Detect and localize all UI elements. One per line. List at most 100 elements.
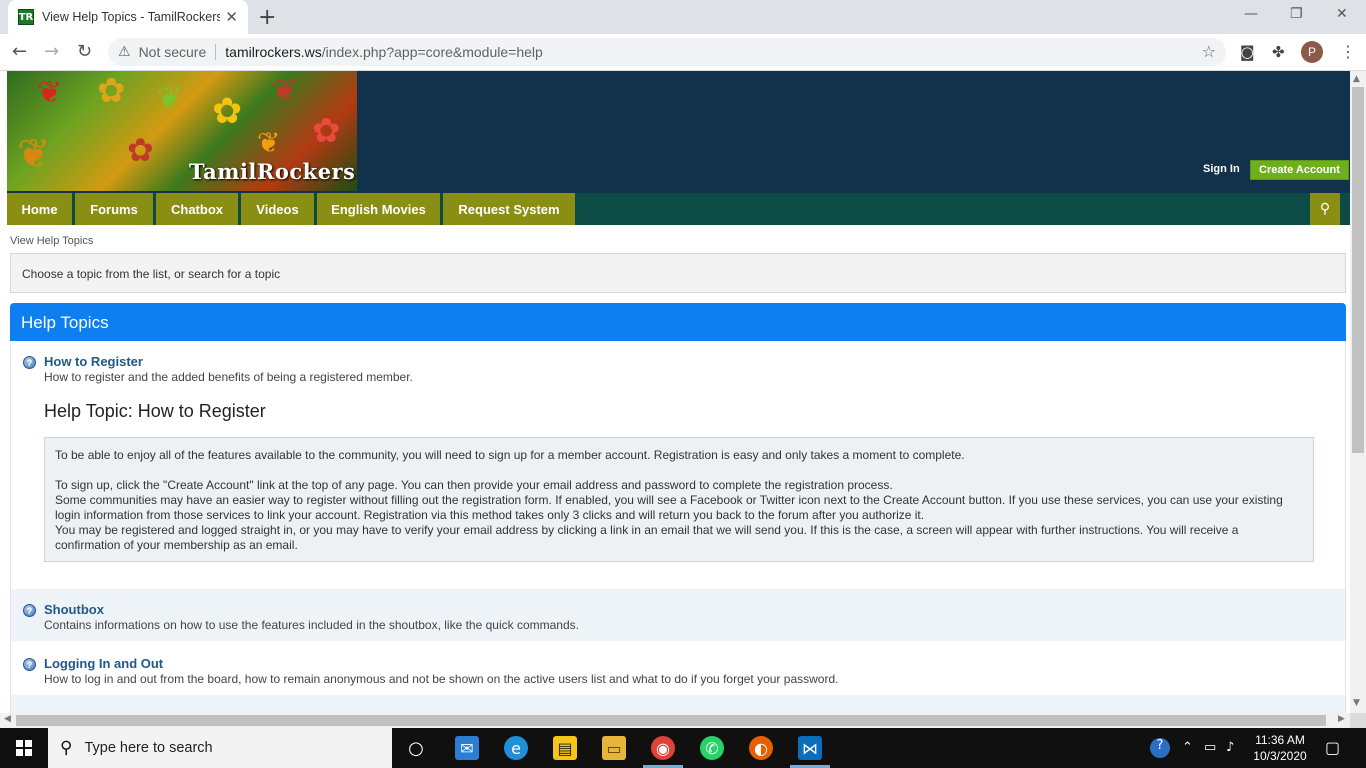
- nav-request-system[interactable]: Request System: [443, 193, 575, 225]
- site-logo-text: TamilRockers.com: [189, 159, 357, 184]
- scrollbar-corner: [1350, 713, 1366, 728]
- vertical-scrollbar[interactable]: ▲ ▼: [1350, 71, 1366, 713]
- nav-english-movies[interactable]: English Movies: [317, 193, 440, 225]
- breadcrumb[interactable]: View Help Topics: [10, 235, 93, 247]
- topic-description: How to register and the added benefits o…: [44, 370, 413, 384]
- edge-icon[interactable]: e: [504, 736, 528, 760]
- site-banner-logo[interactable]: ❦ ✿ ❦ ✿ ❦ ✿ ❦ ✿ ❦ TamilRockers.com: [7, 71, 357, 191]
- help-paragraph: Some communities may have an easier way …: [55, 493, 1283, 522]
- leaf-icon: ✿: [312, 111, 341, 151]
- back-icon[interactable]: ←: [12, 41, 27, 62]
- horizontal-scroll-thumb[interactable]: [16, 715, 1326, 726]
- info-message: Choose a topic from the list, or search …: [10, 253, 1346, 293]
- address-bar[interactable]: ⚠ Not secure tamilrockers.ws/index.php?a…: [108, 38, 1226, 66]
- url-path: /index.php?app=core&module=help: [321, 44, 543, 60]
- browser-tab[interactable]: TR View Help Topics - TamilRockers.ws ✕: [8, 0, 248, 34]
- sticky-notes-icon[interactable]: ▤: [553, 736, 577, 760]
- restore-icon[interactable]: ❐: [1290, 6, 1303, 22]
- main-nav: Home Forums Chatbox Videos English Movie…: [7, 193, 1350, 225]
- search-placeholder: Type here to search: [84, 740, 213, 756]
- scroll-left-icon[interactable]: ◀: [4, 714, 11, 724]
- notifications-icon[interactable]: ▢: [1325, 738, 1340, 757]
- list-item: [11, 695, 1345, 713]
- site-favicon-icon: TR: [18, 9, 34, 25]
- vscode-icon[interactable]: ⋈: [798, 736, 822, 760]
- sign-in-link[interactable]: Sign In: [1203, 163, 1240, 175]
- volume-icon[interactable]: ♪: [1226, 740, 1234, 755]
- help-paragraph: You may be registered and logged straigh…: [55, 523, 1239, 552]
- map-pin-icon[interactable]: ⚲: [1310, 193, 1340, 225]
- nav-forums[interactable]: Forums: [75, 193, 153, 225]
- extensions-puzzle-icon[interactable]: ✤: [1272, 43, 1285, 61]
- leaf-icon: ✿: [127, 131, 154, 169]
- tab-title: View Help Topics - TamilRockers.ws: [42, 10, 220, 24]
- leaf-icon: ❦: [257, 126, 281, 159]
- taskbar-search[interactable]: ⚲ Type here to search: [48, 728, 392, 768]
- not-secure-label[interactable]: Not secure: [139, 44, 207, 60]
- help-question-icon: ?: [23, 356, 36, 369]
- clock-time: 11:36 AM: [1255, 733, 1305, 747]
- list-item: ? Logging In and Out How to log in and o…: [11, 641, 1345, 695]
- topic-title-link[interactable]: How to Register: [44, 354, 143, 369]
- topic-description: Contains informations on how to use the …: [44, 618, 579, 632]
- battery-icon[interactable]: ▭: [1204, 740, 1216, 755]
- leaf-icon: ❦: [272, 73, 298, 108]
- create-account-button[interactable]: Create Account: [1250, 160, 1349, 180]
- panel-title: Help Topics: [10, 303, 1346, 341]
- clock-date: 10/3/2020: [1253, 749, 1307, 763]
- nav-videos[interactable]: Videos: [241, 193, 314, 225]
- help-question-icon: ?: [23, 604, 36, 617]
- scroll-down-icon[interactable]: ▼: [1353, 698, 1360, 708]
- warning-icon[interactable]: ⚠: [118, 44, 131, 60]
- whatsapp-icon[interactable]: ✆: [700, 736, 724, 760]
- nav-chatbox[interactable]: Chatbox: [156, 193, 238, 225]
- url-host: tamilrockers.ws: [225, 44, 322, 60]
- chrome-icon[interactable]: ◉: [651, 736, 675, 760]
- help-tray-icon[interactable]: ?: [1150, 738, 1170, 758]
- url-text[interactable]: tamilrockers.ws/index.php?app=core&modul…: [225, 44, 543, 60]
- new-tab-icon[interactable]: +: [258, 5, 276, 30]
- tray-chevron-icon[interactable]: ⌃: [1182, 740, 1193, 755]
- system-clock[interactable]: 11:36 AM 10/3/2020: [1250, 732, 1310, 764]
- nav-home[interactable]: Home: [7, 193, 72, 225]
- scroll-up-icon[interactable]: ▲: [1353, 74, 1360, 84]
- browser-toolbar: ← → ↻ ⚠ Not secure tamilrockers.ws/index…: [0, 34, 1366, 71]
- leaf-icon: ❦: [17, 131, 51, 177]
- search-icon: ⚲: [60, 738, 73, 758]
- leaf-icon: ❦: [157, 81, 183, 116]
- scroll-right-icon[interactable]: ▶: [1338, 714, 1345, 724]
- help-topic-heading: Help Topic: How to Register: [44, 401, 266, 421]
- minimize-icon[interactable]: —: [1244, 6, 1258, 22]
- window-close-icon[interactable]: ✕: [1336, 6, 1348, 22]
- reload-icon[interactable]: ↻: [77, 41, 92, 62]
- browser-tabstrip: TR View Help Topics - TamilRockers.ws ✕ …: [0, 0, 1366, 34]
- help-question-icon: ?: [23, 658, 36, 671]
- help-paragraph: To be able to enjoy all of the features …: [55, 448, 965, 462]
- firefox-icon[interactable]: ◐: [749, 736, 773, 760]
- list-item: ? Shoutbox Contains informations on how …: [11, 589, 1345, 641]
- help-topic-body: To be able to enjoy all of the features …: [44, 437, 1314, 562]
- forward-icon[interactable]: →: [44, 41, 59, 62]
- horizontal-scrollbar[interactable]: ◀ ▶: [0, 713, 1350, 728]
- file-explorer-icon[interactable]: ▭: [602, 736, 626, 760]
- profile-avatar[interactable]: P: [1301, 41, 1323, 63]
- browser-menu-icon[interactable]: ⋮: [1340, 42, 1356, 61]
- task-view-icon[interactable]: ○: [404, 736, 428, 760]
- topic-title-link[interactable]: Logging In and Out: [44, 656, 163, 671]
- leaf-icon: ✿: [212, 91, 243, 132]
- site-header: ❦ ✿ ❦ ✿ ❦ ✿ ❦ ✿ ❦ TamilRockers.com Sign …: [7, 71, 1350, 193]
- list-item: ? How to Register How to register and th…: [11, 341, 1345, 589]
- leaf-icon: ✿: [97, 71, 126, 111]
- topic-description: How to log in and out from the board, ho…: [44, 672, 839, 686]
- mail-icon[interactable]: ✉: [455, 736, 479, 760]
- windows-logo-icon: [16, 740, 32, 756]
- tab-close-icon[interactable]: ✕: [225, 8, 238, 26]
- bookmark-star-icon[interactable]: ☆: [1202, 42, 1216, 61]
- windows-taskbar: ⚲ Type here to search ○ ✉ e ▤ ▭ ◉ ✆ ◐ ⋈ …: [0, 728, 1366, 768]
- vertical-scroll-thumb[interactable]: [1352, 87, 1364, 453]
- omnibox-divider: [215, 44, 217, 60]
- media-icon[interactable]: ◙: [1240, 43, 1255, 61]
- start-button[interactable]: [0, 728, 48, 768]
- leaf-icon: ❦: [37, 75, 63, 110]
- topic-title-link[interactable]: Shoutbox: [44, 602, 104, 617]
